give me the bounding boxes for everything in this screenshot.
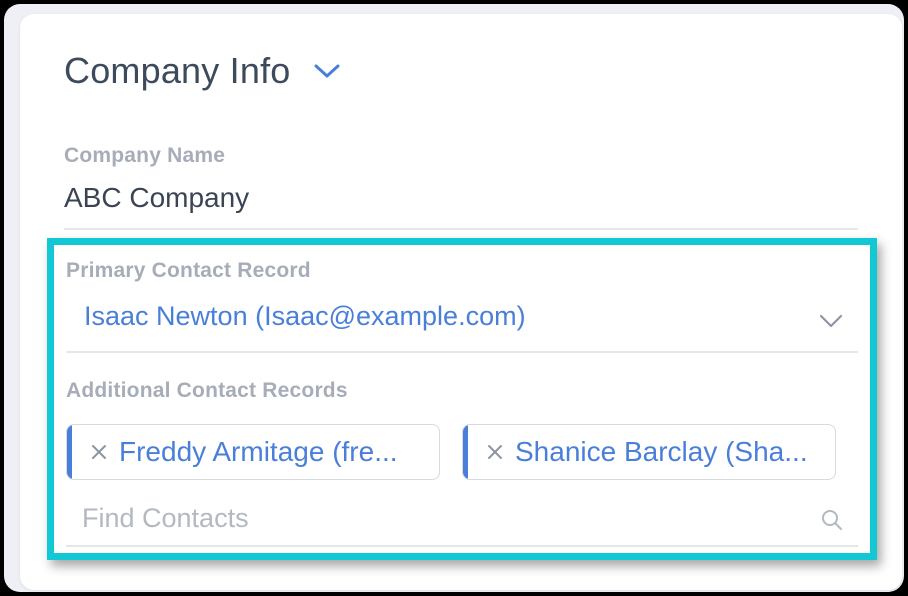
additional-contacts-label: Additional Contact Records xyxy=(66,379,348,402)
company-info-card: Company Info Company Name ABC Company Pr… xyxy=(20,14,902,590)
contact-records-highlight: Primary Contact Record Isaac Newton (Isa… xyxy=(47,238,877,560)
company-name-label: Company Name xyxy=(64,144,226,167)
primary-contact-label: Primary Contact Record xyxy=(66,259,311,282)
find-contacts-input[interactable] xyxy=(82,495,822,541)
primary-contact-select[interactable]: Isaac Newton (Isaac@example.com) xyxy=(84,301,526,332)
close-icon[interactable] xyxy=(485,442,505,462)
contact-chip-label: Shanice Barclay (Sha... xyxy=(515,436,808,467)
contact-chip-label: Freddy Armitage (fre... xyxy=(119,436,398,467)
contact-chip[interactable]: Freddy Armitage (fre... xyxy=(66,424,440,480)
company-name-value[interactable]: ABC Company xyxy=(64,182,249,214)
chevron-down-icon[interactable] xyxy=(818,313,844,329)
section-header[interactable]: Company Info xyxy=(64,50,341,92)
find-contacts-divider xyxy=(66,545,858,547)
primary-contact-divider xyxy=(66,351,858,353)
chevron-down-icon[interactable] xyxy=(313,62,341,80)
window-frame: Company Info Company Name ABC Company Pr… xyxy=(4,4,904,592)
chip-accent-bar xyxy=(463,425,468,479)
section-title: Company Info xyxy=(64,50,291,91)
company-name-divider xyxy=(64,228,858,230)
search-icon[interactable] xyxy=(820,508,844,532)
close-icon[interactable] xyxy=(89,442,109,462)
contact-chip[interactable]: Shanice Barclay (Sha... xyxy=(462,424,836,480)
chip-accent-bar xyxy=(67,425,72,479)
